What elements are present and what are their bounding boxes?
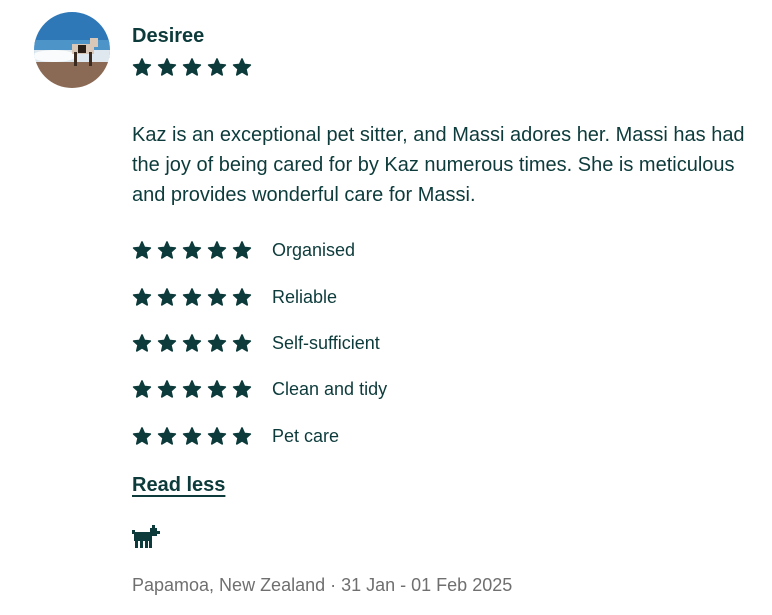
star-icon: [157, 334, 177, 352]
rating-label: Self-sufficient: [272, 333, 380, 353]
star-icon: [182, 427, 202, 445]
star-icon: [157, 427, 177, 445]
rating-stars: [132, 241, 272, 260]
star-icon: [157, 58, 177, 76]
rating-label: Organised: [272, 240, 356, 260]
star-icon: [232, 241, 252, 259]
rating-row-clean-and-tidy: Clean and tidy: [132, 379, 632, 400]
rating-stars: [132, 427, 272, 446]
star-icon: [157, 380, 177, 398]
star-icon: [232, 334, 252, 352]
star-icon: [182, 334, 202, 352]
rating-row-reliable: Reliable: [132, 287, 632, 308]
star-icon: [207, 380, 227, 398]
rating-stars: [132, 288, 272, 307]
rating-row-organised: Organised: [132, 240, 632, 261]
star-icon: [207, 58, 227, 76]
star-icon: [207, 427, 227, 445]
star-icon: [232, 427, 252, 445]
star-icon: [157, 288, 177, 306]
rating-label: Pet care: [272, 426, 340, 446]
star-icon: [132, 334, 152, 352]
star-icon: [182, 288, 202, 306]
star-icon: [132, 288, 152, 306]
star-icon: [132, 241, 152, 259]
star-icon: [207, 288, 227, 306]
star-icon: [232, 288, 252, 306]
star-icon: [207, 334, 227, 352]
read-less-link[interactable]: Read less: [132, 474, 225, 497]
dog-icon: [132, 524, 160, 553]
reviewer-name: Desiree: [132, 25, 205, 47]
star-icon: [182, 380, 202, 398]
rating-stars: [132, 334, 272, 353]
star-icon: [132, 380, 152, 398]
star-icon: [182, 241, 202, 259]
avatar: [34, 12, 110, 88]
review-text: Kaz is an exceptional pet sitter, and Ma…: [132, 124, 745, 206]
rating-label: Clean and tidy: [272, 379, 388, 399]
star-icon: [132, 427, 152, 445]
review-meta: Papamoa, New Zealand · 31 Jan - 01 Feb 2…: [132, 575, 513, 595]
rating-stars: [132, 380, 272, 399]
overall-rating-stars: [132, 58, 252, 77]
star-icon: [207, 241, 227, 259]
rating-label: Reliable: [272, 287, 338, 307]
rating-row-self-sufficient: Self-sufficient: [132, 333, 632, 354]
star-icon: [232, 58, 252, 76]
star-icon: [182, 58, 202, 76]
star-icon: [132, 58, 152, 76]
star-icon: [232, 380, 252, 398]
star-icon: [157, 241, 177, 259]
rating-row-pet-care: Pet care: [132, 426, 632, 447]
